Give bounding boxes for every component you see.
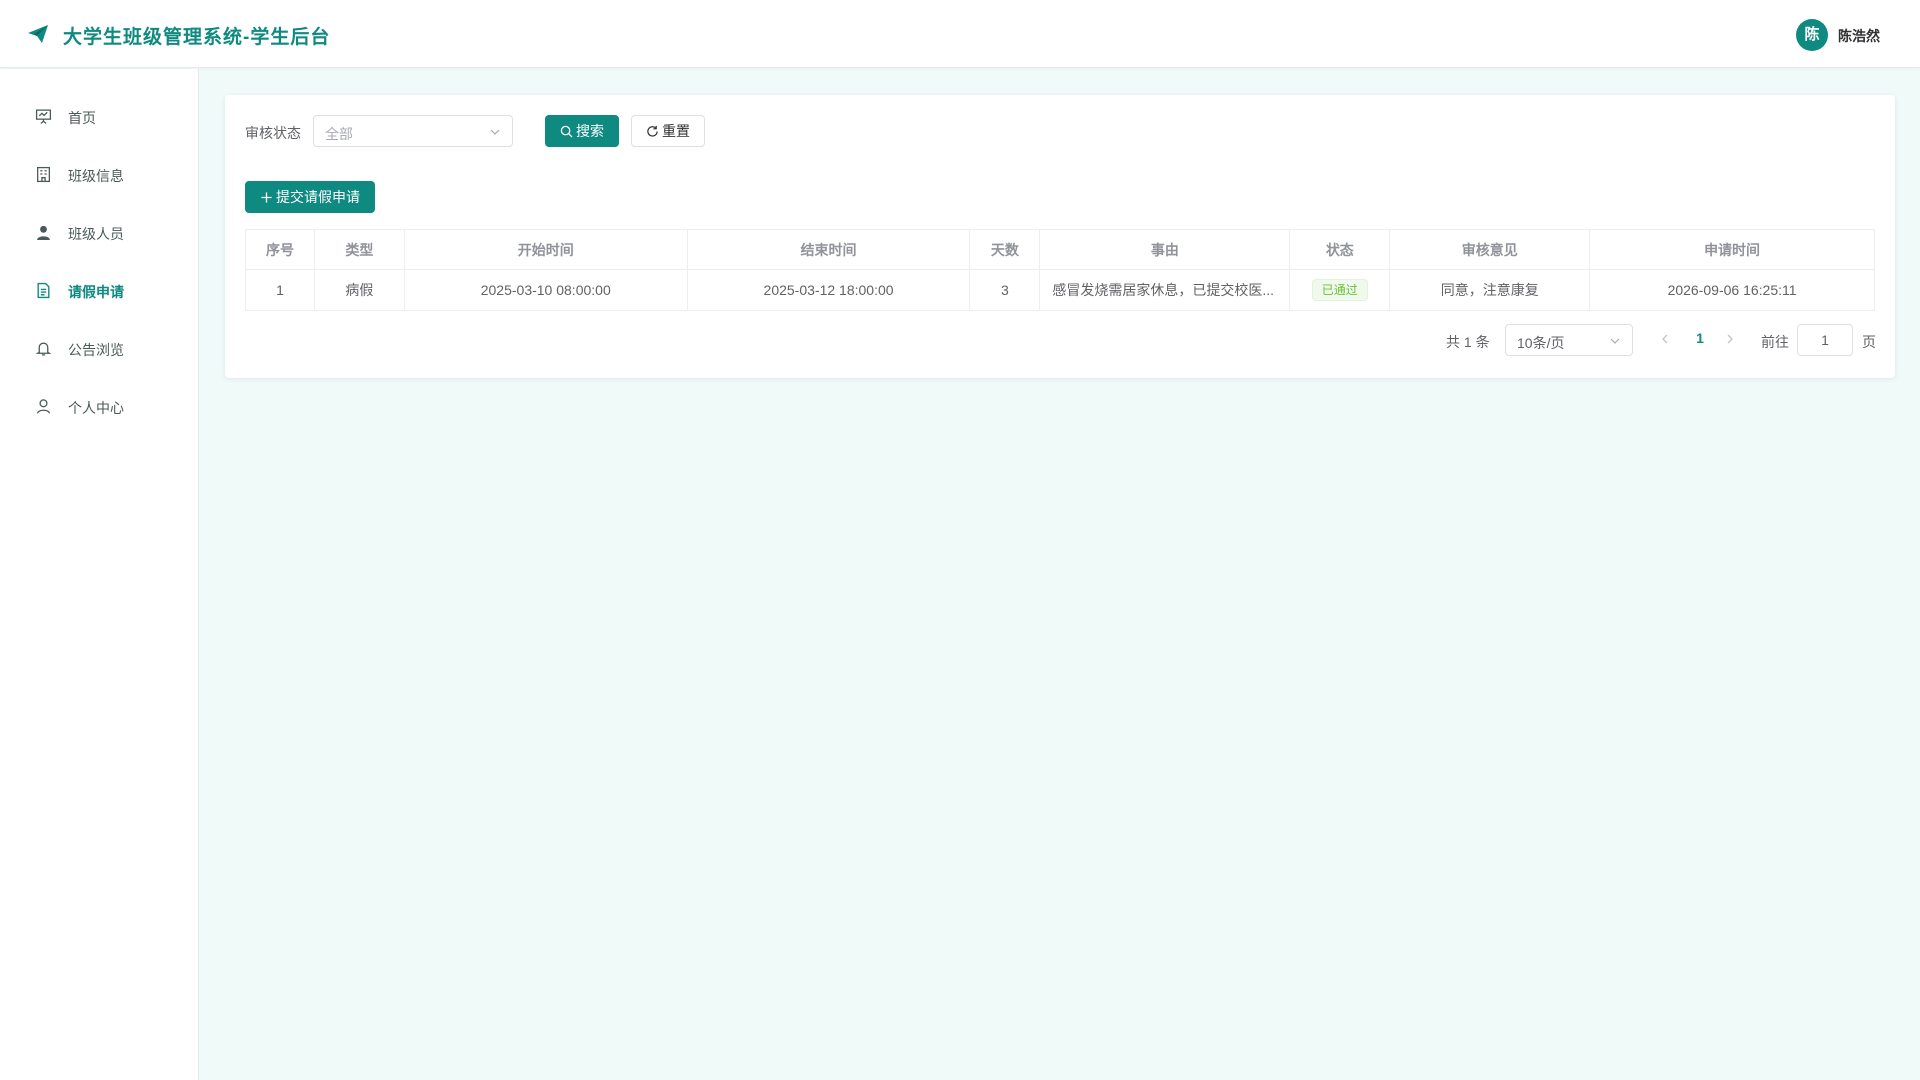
leave-table: 序号 类型 开始时间 结束时间 天数 事由 状态 审核意见 申请时间 1 病假 … <box>245 229 1875 311</box>
plus-icon <box>261 191 272 203</box>
search-icon <box>560 125 573 138</box>
reset-button[interactable]: 重置 <box>631 115 705 147</box>
sidebar-item-label: 班级人员 <box>68 226 124 242</box>
chevron-right-icon[interactable] <box>1723 331 1737 347</box>
cell-opinion: 同意，注意康复 <box>1389 269 1591 311</box>
sidebar-item-profile[interactable]: 个人中心 <box>0 386 199 426</box>
column-header: 事由 <box>1039 229 1291 270</box>
sidebar-item-label: 公告浏览 <box>68 342 124 358</box>
sidebar-item-label: 班级信息 <box>68 168 124 184</box>
search-button[interactable]: 搜索 <box>545 115 619 147</box>
sidebar-item-label: 首页 <box>68 110 96 126</box>
chevron-down-icon <box>1610 338 1620 344</box>
paper-plane-icon <box>28 25 48 43</box>
chevron-down-icon <box>490 129 500 135</box>
status-badge: 已通过 <box>1311 279 1368 301</box>
app-title: 大学生班级管理系统-学生后台 <box>63 27 331 48</box>
presentation-icon <box>35 109 52 124</box>
column-header: 天数 <box>969 229 1041 270</box>
status-filter-label: 审核状态 <box>245 125 301 141</box>
user-icon <box>37 399 50 414</box>
cell-reason: 感冒发烧需居家休息，已提交校医... <box>1039 269 1291 311</box>
sidebar: 首页 班级信息 班级人员 请假申请 公告浏览 个人中心 <box>0 69 199 1080</box>
sidebar-item-leave-request[interactable]: 请假申请 <box>0 270 199 310</box>
sidebar-item-class-members[interactable]: 班级人员 <box>0 212 199 252</box>
sidebar-item-label: 请假申请 <box>68 284 124 300</box>
column-header: 审核意见 <box>1389 229 1591 270</box>
column-header: 类型 <box>313 229 405 270</box>
pagination-total: 共 1 条 <box>1446 334 1490 350</box>
avatar[interactable]: 陈 <box>1796 19 1828 51</box>
search-button-label: 搜索 <box>576 123 604 139</box>
page-size-value: 10条/页 <box>1517 335 1565 351</box>
cell-end-time: 2025-03-12 18:00:00 <box>686 269 971 311</box>
cell-applied-at: 2026-09-06 16:25:11 <box>1589 269 1875 311</box>
pagination-page-suffix: 页 <box>1862 334 1876 350</box>
reset-button-label: 重置 <box>662 123 690 139</box>
sidebar-item-home[interactable]: 首页 <box>0 96 199 136</box>
chevron-left-icon[interactable] <box>1658 331 1672 347</box>
pagination-current-page[interactable]: 1 <box>1690 330 1710 346</box>
column-header: 开始时间 <box>403 229 688 270</box>
cell-status: 已通过 <box>1289 269 1391 311</box>
building-icon <box>37 166 50 183</box>
cell-type: 病假 <box>313 269 405 311</box>
table-header-row: 序号 类型 开始时间 结束时间 天数 事由 状态 审核意见 申请时间 <box>245 229 1875 270</box>
cell-index: 1 <box>245 269 315 311</box>
refresh-icon <box>647 125 658 137</box>
sidebar-item-announcements[interactable]: 公告浏览 <box>0 328 199 368</box>
sidebar-item-label: 个人中心 <box>68 400 124 416</box>
cell-days: 3 <box>969 269 1041 311</box>
leave-request-card: 审核状态 全部 搜索 重置 提交请假申请 序号 类型 开始时间 结束时间 天数 … <box>225 95 1895 378</box>
column-header: 状态 <box>1289 229 1391 270</box>
column-header: 申请时间 <box>1589 229 1875 270</box>
top-header: 大学生班级管理系统-学生后台 陈 陈浩然 <box>0 0 1920 68</box>
pagination-goto-label: 前往 <box>1761 334 1789 350</box>
status-filter-select[interactable]: 全部 <box>313 115 513 147</box>
submit-leave-button[interactable]: 提交请假申请 <box>245 181 375 213</box>
status-filter-value: 全部 <box>325 126 353 142</box>
column-header: 结束时间 <box>686 229 971 270</box>
column-header: 序号 <box>245 229 315 270</box>
user-filled-icon <box>37 225 50 240</box>
submit-leave-button-label: 提交请假申请 <box>276 189 360 205</box>
sidebar-item-class-info[interactable]: 班级信息 <box>0 154 199 194</box>
pagination-goto-input[interactable] <box>1797 324 1853 356</box>
cell-start-time: 2025-03-10 08:00:00 <box>403 269 688 311</box>
username[interactable]: 陈浩然 <box>1838 26 1880 46</box>
document-icon <box>37 282 50 299</box>
bell-icon <box>35 342 52 356</box>
page-size-select[interactable]: 10条/页 <box>1505 324 1633 356</box>
table-row: 1 病假 2025-03-10 08:00:00 2025-03-12 18:0… <box>245 269 1875 311</box>
